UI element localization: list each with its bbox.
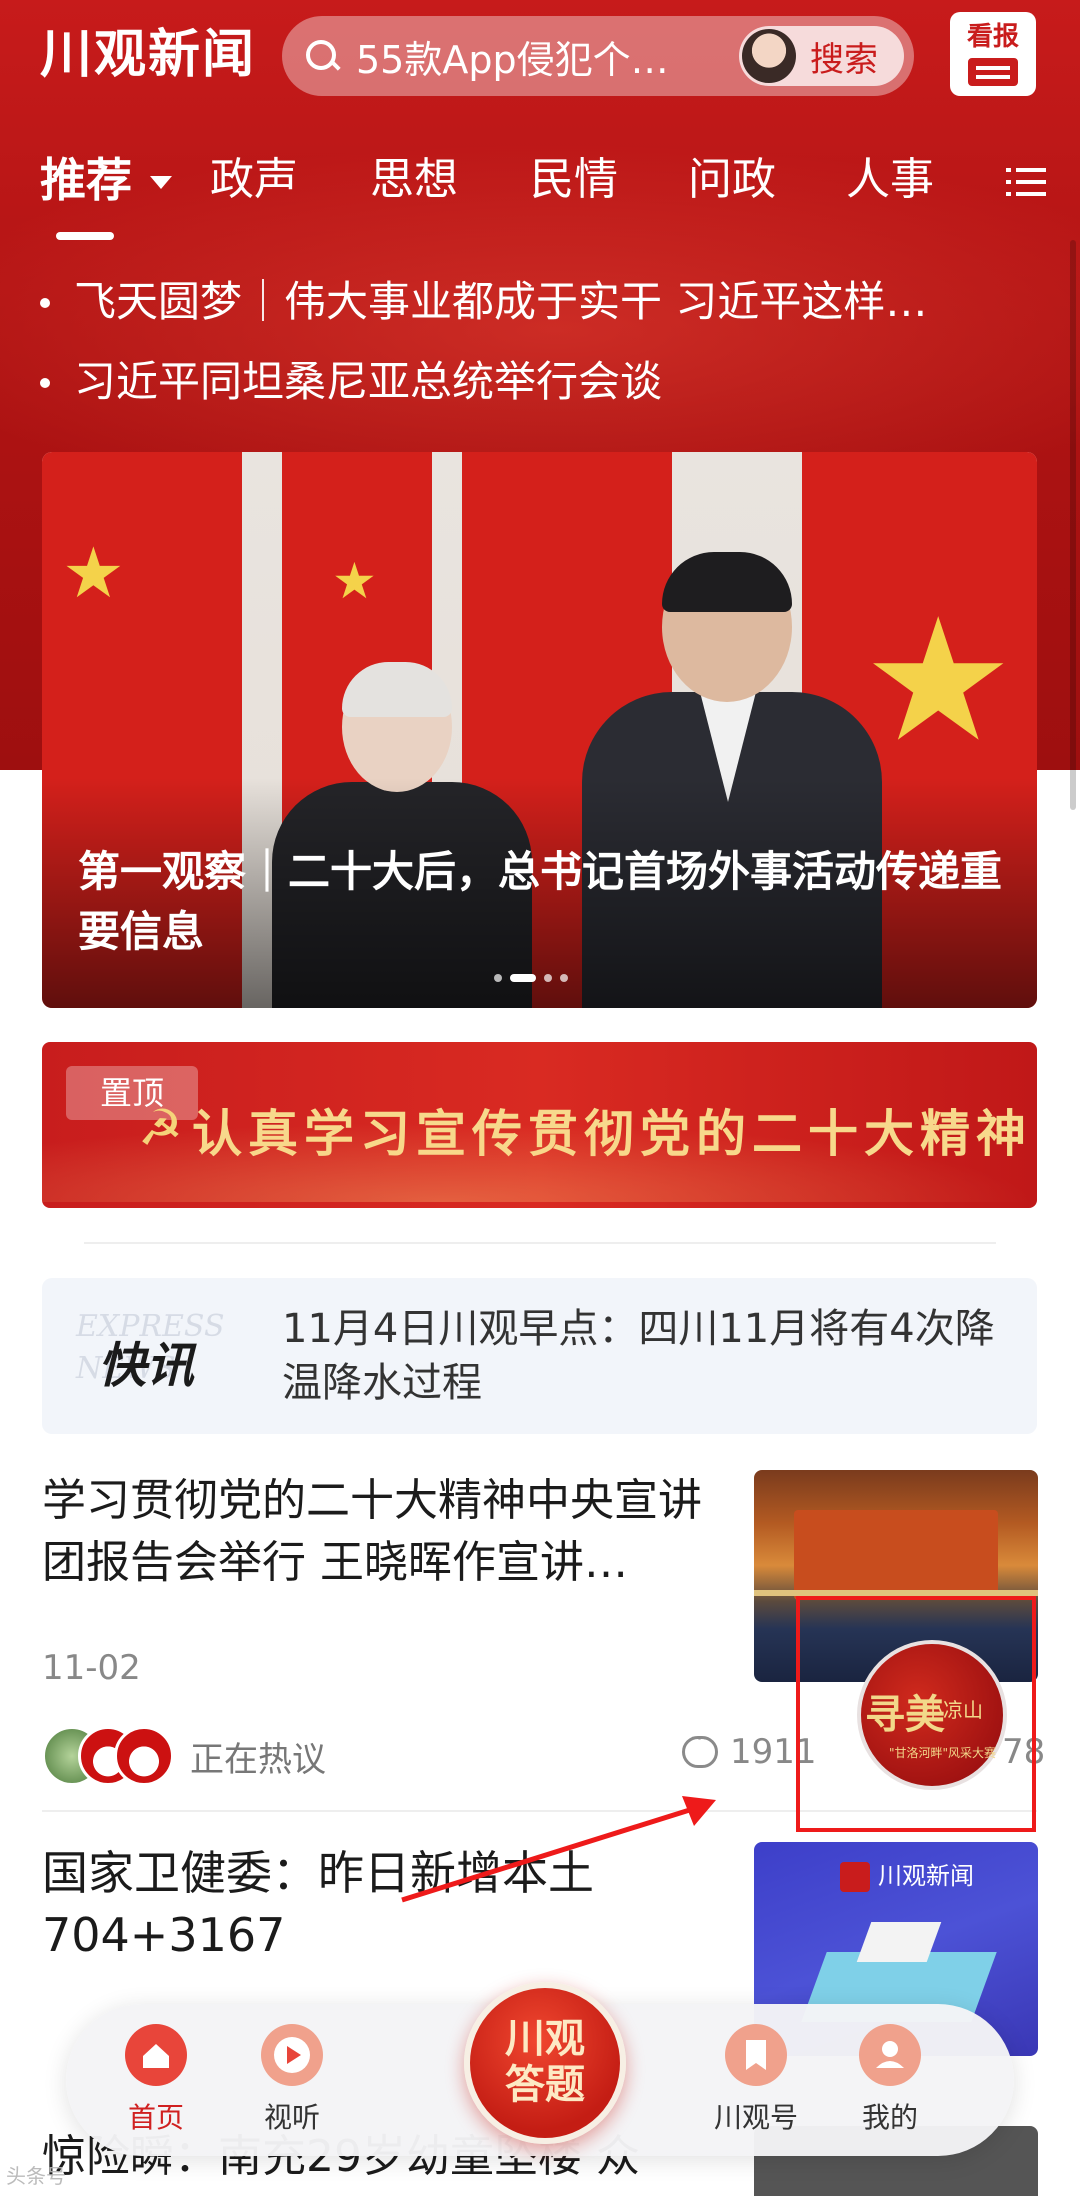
commenter-avatars (42, 1722, 174, 1786)
tab-zhengsheng[interactable]: 政声 (210, 150, 298, 210)
tab-chuanguanhao-label: 川观号 (713, 2101, 798, 2134)
carousel-dot (544, 974, 552, 982)
tab-renshi[interactable]: 人事 (846, 150, 934, 210)
read-paper-button[interactable]: 看报 (950, 12, 1036, 96)
headline-item[interactable]: 习近平同坦桑尼亚总统举行会谈 (38, 354, 1028, 410)
app-logo: 川观新闻 (40, 24, 257, 85)
active-tab-indicator (56, 232, 114, 240)
tab-mine[interactable]: 我的 (830, 2024, 950, 2136)
search-button[interactable]: 搜索 (739, 26, 904, 86)
star-icon: ★ (862, 582, 1015, 780)
star-icon: ★ (62, 532, 125, 614)
banner-text: 认真学习宣传贯彻党的二十大精神 (192, 1104, 1032, 1163)
express-label: 快讯 (98, 1338, 195, 1394)
hero-title: 第一观察｜二十大后，总书记首场外事活动传递重要信息 (78, 847, 1003, 956)
pinned-banner[interactable]: 置顶 ☭ 认真学习宣传贯彻党的二十大精神 (42, 1042, 1037, 1208)
tab-home[interactable]: 首页 (96, 2024, 216, 2136)
user-icon (859, 2024, 921, 2086)
quiz-line1: 川观 (505, 2015, 585, 2062)
illustration (856, 1922, 942, 1962)
hero-carousel[interactable]: ★ ★ ★ 第一观察｜二十大后，总书记首场外事活动传递重要信息 (42, 452, 1037, 1008)
tab-home-label: 首页 (127, 2101, 184, 2134)
quiz-line2: 答题 (505, 2061, 585, 2108)
top-bar: 川观新闻 55款App侵犯个人… 搜索 看报 (0, 0, 1080, 110)
news-title: 学习贯彻党的二十大精神中央宣讲团报告会举行 王晓晖作宣讲… (42, 1475, 702, 1588)
tab-recommend[interactable]: 推荐 (40, 150, 132, 210)
star-icon: ★ (332, 552, 377, 610)
annotation-highlight-box (796, 1596, 1036, 1832)
carousel-dot (494, 974, 502, 982)
hot-discussion-label: 正在热议 (190, 1740, 326, 1780)
avatar (114, 1726, 174, 1786)
search-icon (302, 36, 342, 76)
headline-item[interactable]: 飞天圆梦｜伟大事业都成于实干 习近平这样… (38, 274, 1028, 330)
carousel-dot-active (510, 974, 536, 982)
channel-menu-icon[interactable] (1006, 168, 1046, 198)
newspaper-icon (968, 58, 1018, 86)
tab-wenzheng[interactable]: 问政 (688, 150, 776, 210)
express-news[interactable]: EXPRESS NEWS 快讯 11月4日川观早点：四川11月将有4次降温降水过… (42, 1278, 1037, 1434)
chevron-down-icon[interactable] (150, 176, 172, 189)
channel-tabs: 推荐 政声 思想 民情 问政 人事 (0, 140, 1080, 240)
tab-minqing[interactable]: 民情 (530, 150, 618, 210)
news-date: 11-02 (42, 1648, 141, 1688)
search-button-label: 搜索 (810, 39, 878, 80)
tab-media-label: 视听 (263, 2101, 320, 2134)
watermark: 头条号 (6, 2164, 66, 2188)
carousel-dots (494, 974, 568, 982)
search-hint: 55款App侵犯个人… (356, 37, 686, 82)
tab-chuanguanhao[interactable]: 川观号 (696, 2024, 816, 2136)
play-icon (261, 2024, 323, 2086)
tab-sixiang[interactable]: 思想 (370, 150, 458, 210)
carousel-dot (560, 974, 568, 982)
search-bar[interactable]: 55款App侵犯个人… 搜索 (282, 16, 914, 96)
comment-icon (682, 1727, 718, 1768)
search-avatar-icon (742, 29, 796, 83)
annotation-arrow-icon (401, 1796, 716, 1903)
promo-logo-text: 川观新闻 (878, 1862, 974, 1890)
quiz-center-button[interactable]: 川观 答题 (464, 1982, 626, 2144)
party-emblem-icon: ☭ (138, 1099, 183, 1157)
bookmark-icon (725, 2024, 787, 2086)
scrollbar[interactable] (1070, 240, 1076, 810)
promo-logo: 川观新闻 (840, 1856, 974, 1892)
read-paper-label: 看报 (966, 22, 1019, 52)
express-text: 11月4日川观早点：四川11月将有4次降温降水过程 (282, 1306, 995, 1406)
tab-mine-label: 我的 (861, 2101, 918, 2134)
divider (84, 1242, 996, 1244)
tab-media[interactable]: 视听 (232, 2024, 352, 2136)
bottom-tab-bar: 首页 视听 川观 答题 川观号 我的 (66, 1982, 1014, 2156)
home-icon (125, 2024, 187, 2086)
